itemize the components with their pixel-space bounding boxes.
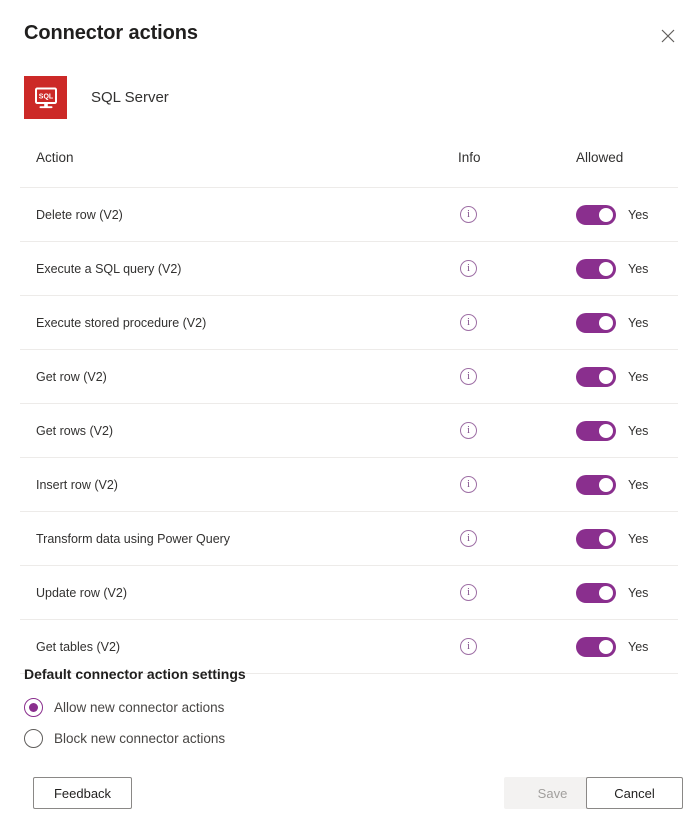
column-header-allowed: Allowed bbox=[550, 150, 678, 188]
default-settings-title: Default connector action settings bbox=[24, 664, 674, 684]
allowed-toggle[interactable] bbox=[576, 313, 616, 333]
actions-table: Action Info Allowed Delete row (V2) i Ye… bbox=[20, 150, 678, 674]
actions-table-container: Action Info Allowed Delete row (V2) i Ye… bbox=[20, 150, 678, 674]
cancel-button[interactable]: Cancel bbox=[586, 777, 683, 809]
connector-identity: SQL SQL Server bbox=[24, 76, 169, 119]
info-icon[interactable]: i bbox=[460, 368, 477, 385]
allowed-toggle[interactable] bbox=[576, 475, 616, 495]
allowed-toggle[interactable] bbox=[576, 637, 616, 657]
table-row: Get rows (V2) i Yes bbox=[20, 404, 678, 458]
allowed-toggle-group: Yes bbox=[576, 583, 677, 603]
radio-button-selected[interactable] bbox=[24, 698, 43, 717]
allowed-toggle-group: Yes bbox=[576, 259, 677, 279]
info-icon[interactable]: i bbox=[460, 584, 477, 601]
table-row: Transform data using Power Query i Yes bbox=[20, 512, 678, 566]
allowed-toggle-group: Yes bbox=[576, 637, 677, 657]
table-row: Execute a SQL query (V2) i Yes bbox=[20, 242, 678, 296]
action-name: Transform data using Power Query bbox=[20, 512, 440, 566]
table-row: Execute stored procedure (V2) i Yes bbox=[20, 296, 678, 350]
allowed-toggle-label: Yes bbox=[628, 640, 648, 654]
allowed-toggle-group: Yes bbox=[576, 367, 677, 387]
action-name: Insert row (V2) bbox=[20, 458, 440, 512]
info-icon[interactable]: i bbox=[460, 422, 477, 439]
radio-block-new-connector-actions[interactable]: Block new connector actions bbox=[24, 729, 674, 748]
allowed-toggle-label: Yes bbox=[628, 532, 648, 546]
info-icon[interactable]: i bbox=[460, 206, 477, 223]
radio-allow-new-connector-actions[interactable]: Allow new connector actions bbox=[24, 698, 674, 717]
radio-label: Allow new connector actions bbox=[54, 700, 224, 715]
radio-button-unselected[interactable] bbox=[24, 729, 43, 748]
action-name: Delete row (V2) bbox=[20, 188, 440, 242]
radio-label: Block new connector actions bbox=[54, 731, 225, 746]
allowed-toggle[interactable] bbox=[576, 367, 616, 387]
allowed-toggle[interactable] bbox=[576, 259, 616, 279]
info-icon[interactable]: i bbox=[460, 638, 477, 655]
action-name: Update row (V2) bbox=[20, 566, 440, 620]
allowed-toggle-label: Yes bbox=[628, 208, 648, 222]
allowed-toggle-group: Yes bbox=[576, 529, 677, 549]
action-name: Execute a SQL query (V2) bbox=[20, 242, 440, 296]
page-title: Connector actions bbox=[24, 20, 198, 46]
close-button[interactable] bbox=[652, 20, 684, 52]
action-name: Get row (V2) bbox=[20, 350, 440, 404]
action-name: Get rows (V2) bbox=[20, 404, 440, 458]
table-row: Insert row (V2) i Yes bbox=[20, 458, 678, 512]
column-header-action: Action bbox=[20, 150, 440, 188]
allowed-toggle-label: Yes bbox=[628, 370, 648, 384]
allowed-toggle-label: Yes bbox=[628, 478, 648, 492]
sql-server-icon: SQL bbox=[24, 76, 67, 119]
allowed-toggle[interactable] bbox=[576, 421, 616, 441]
info-icon[interactable]: i bbox=[460, 314, 477, 331]
action-name: Execute stored procedure (V2) bbox=[20, 296, 440, 350]
panel-footer: Feedback Save Cancel bbox=[0, 769, 698, 831]
allowed-toggle-label: Yes bbox=[628, 586, 648, 600]
table-row: Delete row (V2) i Yes bbox=[20, 188, 678, 242]
actions-table-body: Delete row (V2) i Yes Execute a SQL quer… bbox=[20, 188, 678, 674]
feedback-button[interactable]: Feedback bbox=[33, 777, 132, 809]
info-icon[interactable]: i bbox=[460, 476, 477, 493]
allowed-toggle-group: Yes bbox=[576, 205, 677, 225]
allowed-toggle-group: Yes bbox=[576, 421, 677, 441]
table-row: Get row (V2) i Yes bbox=[20, 350, 678, 404]
table-row: Update row (V2) i Yes bbox=[20, 566, 678, 620]
info-icon[interactable]: i bbox=[460, 260, 477, 277]
allowed-toggle-group: Yes bbox=[576, 475, 677, 495]
allowed-toggle[interactable] bbox=[576, 583, 616, 603]
allowed-toggle-label: Yes bbox=[628, 316, 648, 330]
allowed-toggle-label: Yes bbox=[628, 262, 648, 276]
info-icon[interactable]: i bbox=[460, 530, 477, 547]
connector-actions-panel: Connector actions SQL SQL Server bbox=[0, 0, 698, 831]
connector-name: SQL Server bbox=[91, 88, 169, 108]
column-header-info: Info bbox=[440, 150, 550, 188]
allowed-toggle-label: Yes bbox=[628, 424, 648, 438]
allowed-toggle[interactable] bbox=[576, 529, 616, 549]
default-settings-section: Default connector action settings Allow … bbox=[24, 664, 674, 760]
allowed-toggle-group: Yes bbox=[576, 313, 677, 333]
panel-header: Connector actions bbox=[0, 0, 698, 66]
table-header-row: Action Info Allowed bbox=[20, 150, 678, 188]
close-icon bbox=[661, 29, 675, 43]
svg-text:SQL: SQL bbox=[38, 93, 53, 100]
allowed-toggle[interactable] bbox=[576, 205, 616, 225]
